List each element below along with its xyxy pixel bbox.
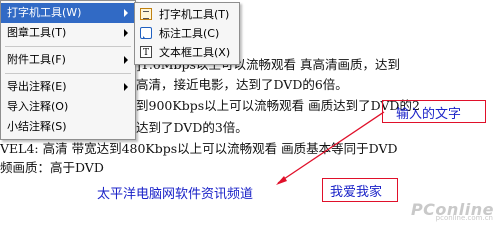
submenu-item-label: 文本框工具(X) bbox=[159, 46, 231, 59]
textbox-icon bbox=[140, 44, 152, 63]
callout-icon bbox=[140, 27, 152, 39]
menu-item-export-comments[interactable]: 导出注释(E) bbox=[1, 77, 135, 97]
submenu-item-typewriter[interactable]: 打字机工具(T) bbox=[135, 5, 239, 24]
menu-item-label: 小结注释(S) bbox=[7, 120, 67, 133]
submenu-arrow-icon bbox=[124, 29, 128, 37]
typewriter-submenu: 打字机工具(T) 标注工具(C) 文本框工具(X) bbox=[134, 2, 240, 65]
pconline-watermark-domain: pconline.com.cn bbox=[435, 214, 493, 222]
menu-item-summarize-comments[interactable]: 小结注释(S) bbox=[1, 117, 135, 137]
submenu-item-label: 标注工具(C) bbox=[159, 27, 220, 40]
comment-tools-menu: 打字机工具(W) 图章工具(T) 附件工具(F) 导出注释(E) 导入注释(O)… bbox=[0, 0, 136, 140]
submenu-arrow-icon bbox=[124, 56, 128, 64]
typewriter-icon bbox=[140, 8, 152, 20]
submenu-arrow-icon bbox=[124, 83, 128, 91]
menu-separator bbox=[5, 46, 131, 47]
menu-item-typewriter-tool[interactable]: 打字机工具(W) bbox=[1, 3, 135, 23]
submenu-arrow-icon bbox=[124, 9, 128, 17]
menu-item-label: 图章工具(T) bbox=[7, 26, 67, 39]
menu-item-import-comments[interactable]: 导入注释(O) bbox=[1, 97, 135, 117]
submenu-item-label: 打字机工具(T) bbox=[159, 8, 230, 21]
submenu-item-textbox[interactable]: 文本框工具(X) bbox=[135, 43, 239, 63]
submenu-item-callout[interactable]: 标注工具(C) bbox=[135, 24, 239, 43]
menu-item-stamp-tool[interactable]: 图章工具(T) bbox=[1, 23, 135, 43]
menu-item-label: 附件工具(F) bbox=[7, 53, 66, 66]
menu-item-label: 导入注释(O) bbox=[7, 100, 69, 113]
menu-separator bbox=[5, 73, 131, 74]
menu-item-attachment-tool[interactable]: 附件工具(F) bbox=[1, 50, 135, 70]
textbox-annotation-text[interactable]: 我爱我家 bbox=[330, 181, 382, 200]
menu-item-label: 导出注释(E) bbox=[7, 80, 67, 93]
pdf-page: ]1.6Mbps以上可以流畅观看 真高清画质，达到 高清，接近电影，达到了DVD… bbox=[0, 0, 502, 223]
menu-item-label: 打字机工具(W) bbox=[7, 6, 82, 19]
